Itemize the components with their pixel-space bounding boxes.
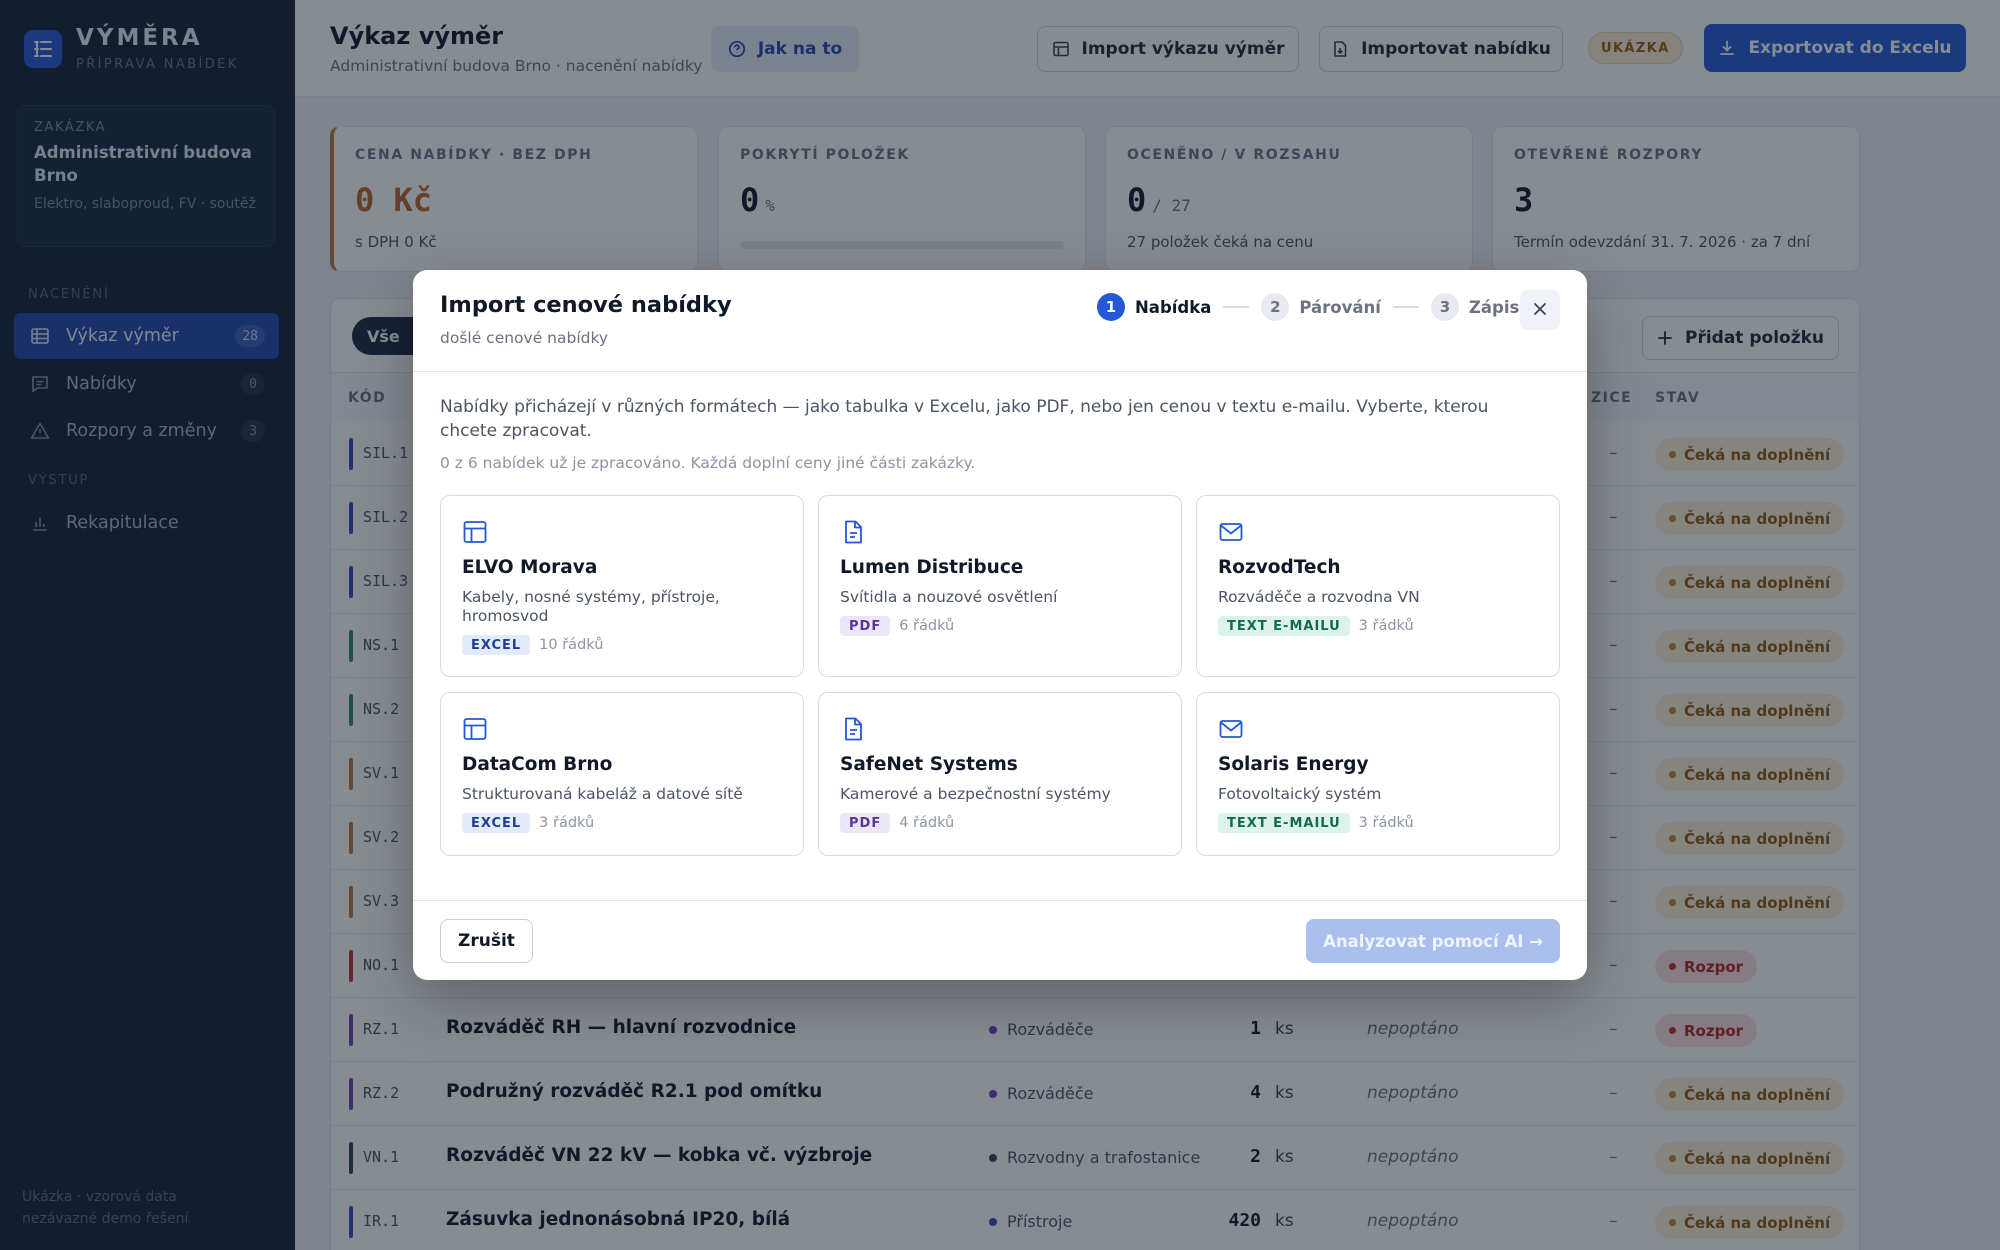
stepper: 1 Nabídka 2 Párování 3 Zápis — [1097, 293, 1519, 321]
offer-row-count: 3 řádků — [1358, 815, 1414, 831]
spreadsheet-icon — [462, 518, 490, 546]
format-badge: PDF — [840, 616, 891, 636]
offer-row-count: 4 řádků — [899, 815, 955, 831]
close-button[interactable] — [1520, 290, 1560, 330]
format-badge: TEXT E-MAILU — [1218, 616, 1350, 636]
offer-card[interactable]: RozvodTech Rozváděče a rozvodna VN TEXT E-… — [1196, 495, 1560, 677]
step-3-number: 3 — [1430, 293, 1459, 321]
offer-card[interactable]: DataCom Brno Strukturovaná kabeláž a dato… — [440, 692, 804, 856]
offer-supplier-name: RozvodTech — [1218, 557, 1341, 578]
offer-meta: EXCEL 3 řádků — [462, 813, 782, 833]
modal-divider — [413, 371, 1587, 372]
step-2-number: 2 — [1261, 293, 1290, 321]
offer-card[interactable]: SafeNet Systems Kamerové a bezpečnostní s… — [818, 692, 1182, 856]
offer-card[interactable]: Lumen Distribuce Svítidla a nouzové osvět… — [818, 495, 1182, 677]
offer-description: Kabely, nosné systémy, přístroje, hromos… — [462, 588, 720, 625]
format-badge: EXCEL — [462, 813, 531, 833]
offer-description: Svítidla a nouzové osvětlení — [840, 588, 1058, 606]
offer-row-count: 3 řádků — [539, 815, 595, 831]
step-3-label: Zápis — [1468, 297, 1520, 317]
step-1-label: Nabídka — [1135, 297, 1212, 317]
modal-footer-divider — [413, 900, 1587, 901]
offer-description: Fotovoltaický systém — [1218, 785, 1382, 803]
offer-card[interactable]: ELVO Morava Kabely, nosné systémy, přístr… — [440, 495, 804, 677]
mail-icon — [1218, 518, 1246, 546]
offer-supplier-name: Solaris Energy — [1218, 754, 1369, 775]
offer-description: Rozváděče a rozvodna VN — [1218, 588, 1420, 606]
offer-meta: EXCEL 10 řádků — [462, 635, 782, 655]
step-separator — [1392, 306, 1419, 308]
offer-supplier-name: ELVO Morava — [462, 557, 598, 578]
offer-meta: TEXT E-MAILU 3 řádků — [1218, 813, 1538, 833]
step-2-label: Párování — [1299, 297, 1381, 317]
mail-icon — [1218, 715, 1246, 743]
modal-description: Nabídky přicházejí v různých formátech —… — [440, 397, 1489, 441]
offer-card[interactable]: Solaris Energy Fotovoltaický systém TEXT E… — [1196, 692, 1560, 856]
offer-meta: PDF 4 řádků — [840, 813, 1160, 833]
modal-subtitle: došlé cenové nabídky — [440, 329, 609, 347]
document-icon — [840, 715, 868, 743]
cancel-button[interactable]: Zrušit — [440, 919, 533, 963]
format-badge: TEXT E-MAILU — [1218, 813, 1350, 833]
step-separator — [1223, 306, 1250, 308]
offer-description: Strukturovaná kabeláž a datové sítě — [462, 785, 743, 803]
import-offer-modal: Import cenové nabídky došlé cenové nabíd… — [413, 270, 1587, 980]
offer-row-count: 6 řádků — [899, 618, 955, 634]
analyze-ai-button[interactable]: Analyzovat pomocí AI → — [1306, 919, 1560, 963]
modal-note: 0 z 6 nabídek už je zpracováno. Každá do… — [440, 454, 976, 472]
format-badge: PDF — [840, 813, 891, 833]
document-icon — [840, 518, 868, 546]
spreadsheet-icon — [462, 715, 490, 743]
offer-supplier-name: Lumen Distribuce — [840, 557, 1024, 578]
step-1-number: 1 — [1097, 293, 1125, 321]
offer-supplier-name: DataCom Brno — [462, 754, 613, 775]
modal-title: Import cenové nabídky — [440, 292, 732, 318]
format-badge: EXCEL — [462, 635, 531, 655]
offer-supplier-name: SafeNet Systems — [840, 754, 1018, 775]
close-icon — [1533, 301, 1547, 320]
offer-row-count: 3 řádků — [1358, 618, 1414, 634]
offer-description: Kamerové a bezpečnostní systémy — [840, 785, 1111, 803]
offer-meta: PDF 6 řádků — [840, 616, 1160, 636]
offer-meta: TEXT E-MAILU 3 řádků — [1218, 616, 1538, 636]
offer-row-count: 10 řádků — [539, 637, 604, 653]
